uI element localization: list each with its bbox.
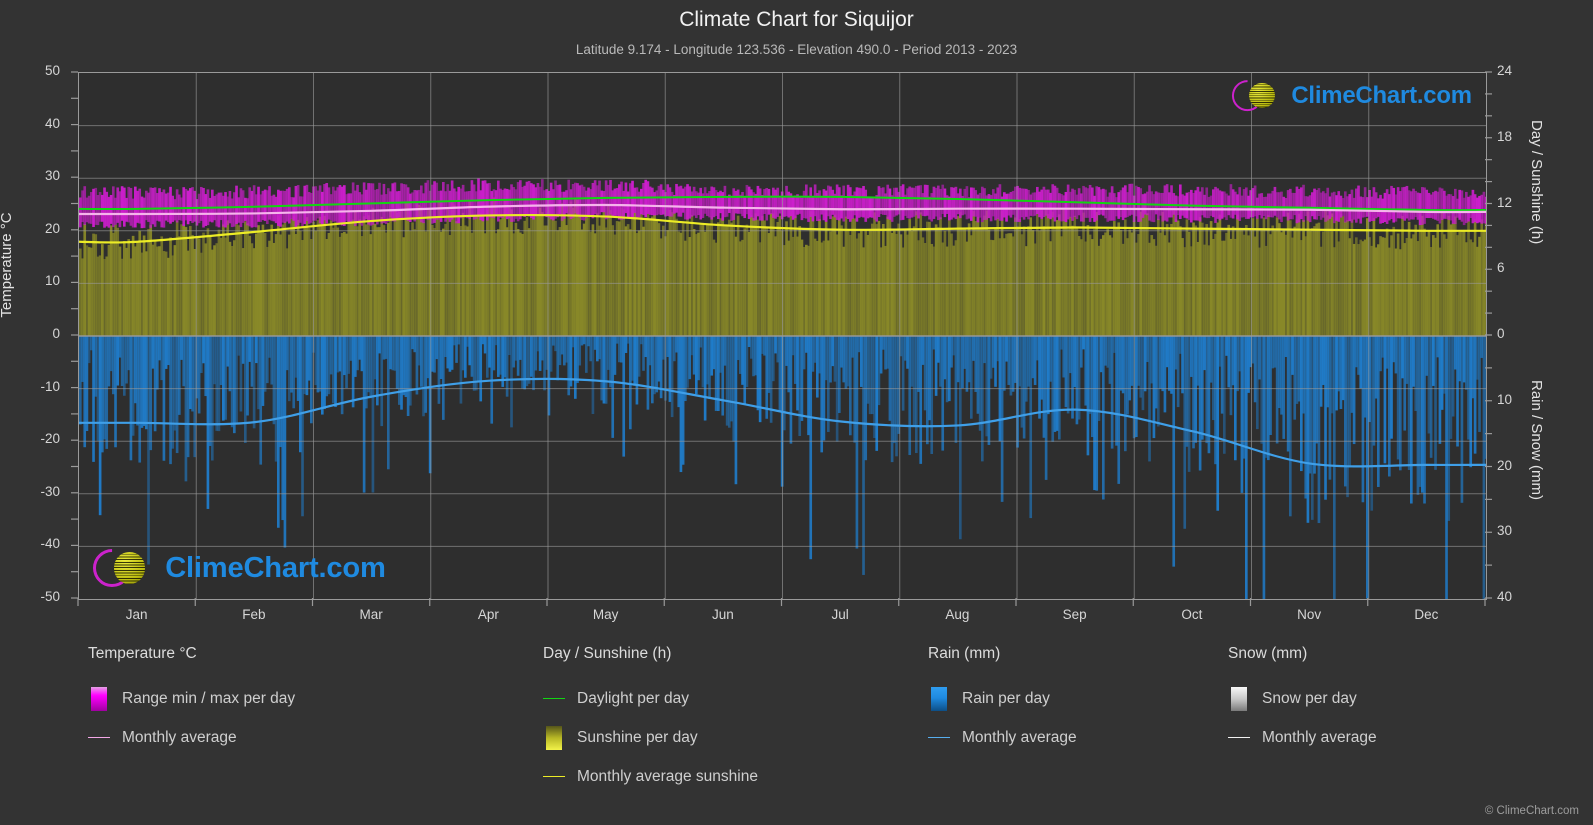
legend-item[interactable]: Monthly average: [928, 718, 1077, 757]
legend-item[interactable]: Sunshine per day: [543, 718, 758, 757]
logo-globe-icon: [113, 552, 146, 584]
legend-item[interactable]: Range min / max per day: [88, 679, 295, 718]
legend-item-label: Rain per day: [962, 689, 1050, 707]
climechart-logo-text: ClimeChart.com: [1291, 81, 1472, 109]
y-tick-temperature-0: 0: [52, 326, 60, 341]
legend-item-label: Range min / max per day: [122, 689, 296, 707]
legend-item[interactable]: Daylight per day: [543, 679, 758, 718]
legend-swatch-icon: [543, 725, 565, 750]
legend-line-icon: [88, 726, 110, 750]
legend-item[interactable]: Rain per day: [928, 679, 1077, 718]
legend-item-label: Snow per day: [1262, 689, 1357, 707]
legend-line-icon: [928, 726, 950, 750]
legend-item-label: Monthly average: [1262, 728, 1377, 746]
legend-item-label: Daylight per day: [577, 689, 690, 707]
legend-swatch-icon: [88, 686, 110, 711]
y-tick-daysunshine-18: 18: [1497, 128, 1513, 144]
legend-column-rain-mm: Rain (mm) Rain per day Monthly average: [928, 645, 1077, 757]
y-tick-temperature-10: 10: [44, 273, 60, 289]
x-tick-mar: Mar: [359, 607, 383, 622]
legend-heading: Snow (mm): [1228, 645, 1308, 662]
legend-item[interactable]: Monthly average: [88, 718, 295, 757]
x-tick-dec: Dec: [1414, 607, 1439, 622]
legend-item-label: Monthly average: [122, 728, 237, 746]
y-tick-temperature-20: 20: [44, 220, 60, 236]
y-tick-rainsnow-10: 10: [1497, 391, 1513, 407]
x-tick-apr: Apr: [477, 607, 499, 622]
x-tick-aug: Aug: [945, 607, 970, 622]
watermark-logo-bottom: ClimeChart.com: [85, 541, 386, 595]
legend-column-snow-mm: Snow (mm) Snow per day Monthly average: [1228, 645, 1377, 757]
y-tick-daysunshine-0: 0: [1497, 326, 1505, 341]
y-tick-temperature-40: 40: [44, 115, 60, 131]
x-tick-jan: Jan: [125, 607, 148, 622]
legend-line-icon: [1228, 726, 1250, 750]
chart-plot-area: [78, 72, 1487, 600]
y-tick-daysunshine-12: 12: [1497, 194, 1513, 210]
legend-heading: Temperature °C: [88, 645, 197, 662]
legend-line-icon: [543, 765, 565, 789]
x-tick-jul: Jul: [831, 607, 849, 622]
climechart-logo-text: ClimeChart.com: [165, 551, 386, 584]
x-tick-sep: Sep: [1062, 607, 1087, 622]
y-tick-daysunshine-6: 6: [1497, 260, 1505, 276]
y-tick-temperature--40: -40: [40, 536, 60, 552]
legend-item-label: Monthly average: [962, 728, 1077, 746]
x-tick-feb: Feb: [242, 607, 266, 622]
chart-legend: Temperature °C Range min / max per day Mon…: [0, 645, 1593, 805]
watermark-logo-top: ClimeChart.com: [1225, 73, 1472, 118]
climechart-logo-mark: [1225, 73, 1286, 118]
logo-globe-icon: [1249, 82, 1275, 109]
legend-swatch-icon: [928, 686, 950, 711]
legend-item[interactable]: Monthly average: [1228, 718, 1377, 757]
y-tick-temperature--30: -30: [40, 483, 60, 499]
y-tick-temperature-30: 30: [44, 168, 60, 184]
y-tick-temperature-50: 50: [44, 63, 60, 78]
legend-column-temperature-c: Temperature °C Range min / max per day Mon…: [88, 645, 295, 757]
x-tick-oct: Oct: [1181, 607, 1203, 622]
legend-item-label: Monthly average sunshine: [577, 767, 758, 785]
y-tick-rainsnow-30: 30: [1497, 523, 1513, 539]
legend-column-day-sunshine-h: Day / Sunshine (h) Daylight per day Sunshi…: [543, 645, 758, 796]
x-tick-may: May: [592, 607, 619, 622]
legend-heading: Day / Sunshine (h): [543, 645, 672, 662]
chart-canvas: [79, 73, 1486, 599]
legend-line-icon: [543, 687, 565, 711]
x-tick-jun: Jun: [711, 607, 734, 622]
legend-item[interactable]: Monthly average sunshine: [543, 757, 758, 796]
y-tick-daysunshine-24: 24: [1497, 63, 1513, 78]
copyright-notice: © ClimeChart.com: [1484, 805, 1579, 817]
page-subtitle: Latitude 9.174 - Longitude 123.536 - Ele…: [575, 42, 1018, 57]
legend-item[interactable]: Snow per day: [1228, 679, 1377, 718]
legend-heading: Rain (mm): [928, 645, 1001, 662]
climechart-logo-mark: [85, 541, 158, 595]
y-tick-rainsnow-40: 40: [1497, 589, 1513, 604]
y-tick-rainsnow-20: 20: [1497, 457, 1513, 473]
page-title: Climate Chart for Siquijor: [679, 8, 914, 31]
y-tick-temperature--10: -10: [40, 378, 60, 394]
legend-swatch-icon: [1228, 686, 1250, 711]
x-tick-nov: Nov: [1297, 607, 1322, 622]
legend-item-label: Sunshine per day: [577, 728, 698, 746]
y-tick-temperature--50: -50: [40, 589, 60, 604]
y-tick-temperature--20: -20: [40, 431, 60, 447]
